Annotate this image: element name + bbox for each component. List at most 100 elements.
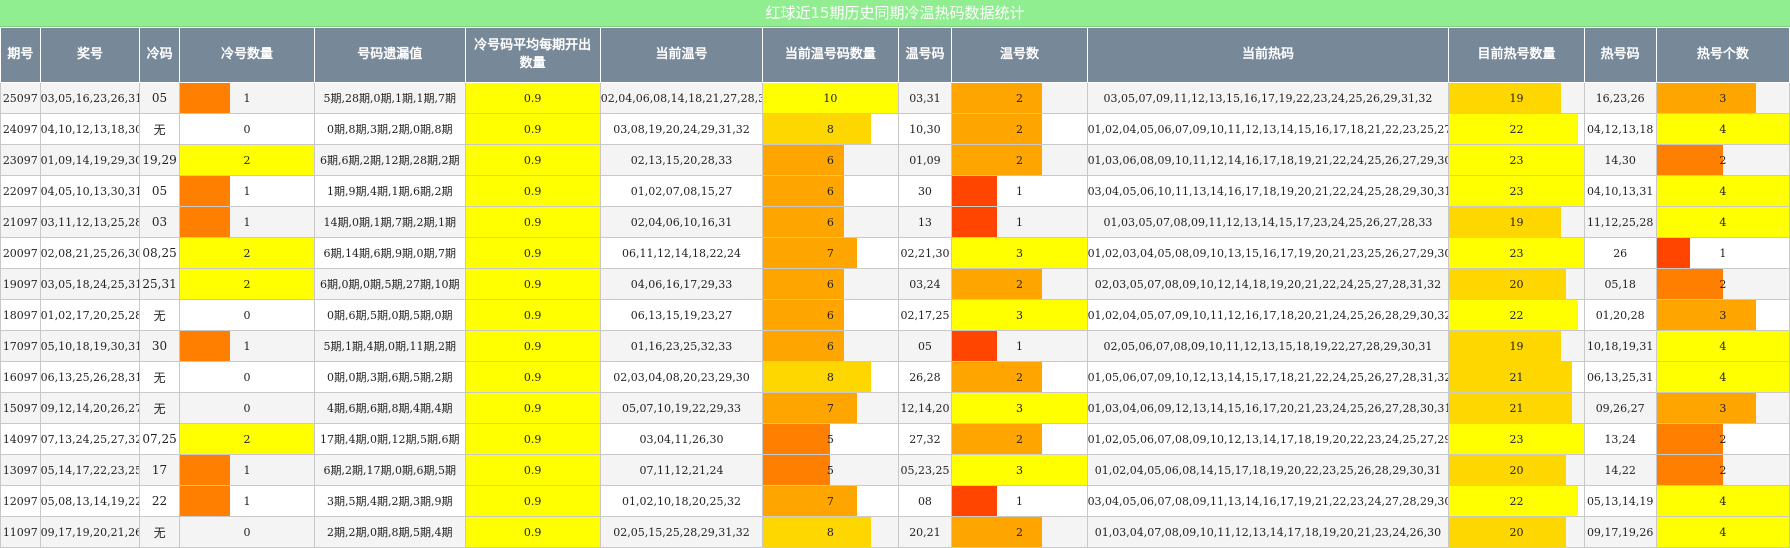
avg-cell: 0.9: [464, 485, 601, 517]
warm-num-header: 温号数: [951, 27, 1088, 83]
hot-cell: 02,03,05,07,08,09,10,12,14,18,19,20,21,2…: [1086, 268, 1450, 300]
warm-count-cell-fill: [763, 486, 858, 516]
cold-count-header: 冷号数量: [178, 27, 316, 83]
cold-count-cell-value: 0: [243, 308, 251, 322]
hot-code-cell: 05,18: [1583, 268, 1657, 300]
warm-code-cell: 12,14,20: [897, 392, 953, 424]
warm-count-cell: 6: [762, 268, 899, 300]
hot-cell: 01,02,04,05,06,07,09,10,11,12,13,14,15,1…: [1086, 113, 1450, 145]
warm-num-cell: 1: [951, 206, 1088, 238]
warm-cell: 04,06,16,17,29,33: [599, 268, 764, 300]
warm-count-cell: 8: [762, 113, 899, 145]
warm-num-cell-value: 2: [1015, 370, 1023, 384]
warm-code-cell: 02,21,30: [897, 237, 953, 269]
warm-num-cell-value: 1: [1015, 339, 1023, 353]
hot-cell: 03,04,05,06,07,08,09,11,13,14,16,17,19,2…: [1086, 485, 1450, 517]
hot-num-cell-value: 3: [1719, 401, 1727, 415]
hot-count-cell-fill: [1449, 331, 1561, 361]
hot-count-cell: 23: [1448, 175, 1585, 207]
warm-count-cell-value: 5: [826, 432, 834, 446]
avg-cell-value: 0.9: [523, 308, 542, 322]
hot-count-cell: 19: [1448, 206, 1585, 238]
warm-num-cell: 2: [951, 268, 1088, 300]
hot-num-header: 热号个数: [1655, 27, 1790, 83]
warm-count-header: 当前温号码数量: [762, 27, 899, 83]
warm-cell: 02,13,15,20,28,33: [599, 144, 764, 176]
warm-cell: 02,04,06,08,14,18,21,27,28,33: [599, 82, 764, 114]
miss-cell: 17期,4期,0期,12期,5期,6期: [314, 423, 466, 455]
table-body: 2509703,05,16,23,26,31 140515期,28期,0期,1期…: [0, 82, 1790, 548]
warm-count-cell-value: 7: [826, 246, 834, 260]
hot-code-cell: 10,18,19,31: [1583, 330, 1657, 362]
cold-count-cell-value: 1: [243, 339, 251, 353]
hot-cell: 01,02,04,05,07,09,10,11,12,16,17,18,20,2…: [1086, 299, 1450, 331]
avg-cell-value: 0.9: [523, 339, 542, 353]
hot-num-cell: 4: [1655, 206, 1790, 238]
hot-count-cell: 19: [1448, 330, 1585, 362]
issue-cell: 18097: [0, 299, 41, 331]
warm-num-cell-value: 3: [1015, 463, 1023, 477]
warm-count-cell-value: 8: [826, 525, 834, 539]
avg-cell: 0.9: [464, 206, 601, 238]
hot-count-cell-value: 22: [1509, 494, 1524, 508]
warm-cell: 02,04,06,10,16,31: [599, 206, 764, 238]
warm-code-cell: 20,21: [897, 516, 953, 548]
hot-num-cell-value: 4: [1719, 339, 1727, 353]
warm-count-cell-fill: [763, 424, 831, 454]
cold-code-cell: 17: [139, 454, 180, 486]
hot-count-cell-fill: [1449, 207, 1561, 237]
warm-num-cell-value: 3: [1015, 246, 1023, 260]
warm-count-cell: 8: [762, 361, 899, 393]
avg-cell-value: 0.9: [523, 525, 542, 539]
table-row: 2409704,10,12,13,18,30 03无 0 0期,8期,3期,2期,0…: [0, 113, 1790, 145]
warm-count-cell-value: 8: [826, 370, 834, 384]
warm-cell: 01,16,23,25,32,33: [599, 330, 764, 362]
hot-num-cell-value: 2: [1719, 463, 1727, 477]
warm-count-cell: 5: [762, 423, 899, 455]
miss-cell: 5期,1期,4期,0期,11期,2期: [314, 330, 466, 362]
miss-cell: 14期,0期,1期,7期,2期,1期: [314, 206, 466, 238]
warm-cell: 06,11,12,14,18,22,24: [599, 237, 764, 269]
hot-num-cell: 4: [1655, 516, 1790, 548]
hot-num-cell-value: 4: [1719, 122, 1727, 136]
hot-count-cell: 22: [1448, 299, 1585, 331]
warm-num-cell: 3: [951, 237, 1088, 269]
cold-count-cell: 0: [178, 113, 316, 145]
avg-cell-value: 0.9: [523, 432, 542, 446]
cold-count-cell: 2: [178, 237, 316, 269]
hot-num-cell: 3: [1655, 82, 1790, 114]
warm-count-cell: 10: [762, 82, 899, 114]
warm-num-cell-fill: [952, 486, 997, 516]
avg-cell: 0.9: [464, 144, 601, 176]
avg-cell: 0.9: [464, 423, 601, 455]
miss-header: 号码遗漏值: [314, 27, 466, 83]
warm-num-cell: 2: [951, 423, 1088, 455]
miss-cell: 6期,0期,0期,5期,27期,10期: [314, 268, 466, 300]
avg-cell: 0.9: [464, 268, 601, 300]
issue-cell: 23097: [0, 144, 41, 176]
table-row: 1209705,08,13,14,19,22 062213期,5期,4期,2期,…: [0, 485, 1790, 517]
warm-code-header: 温号码: [897, 27, 953, 83]
avg-cell: 0.9: [464, 237, 601, 269]
numbers-cell: 05,14,17,22,23,25 07: [39, 454, 141, 486]
hot-code-cell: 06,13,25,31: [1583, 361, 1657, 393]
cold-code-cell: 22: [139, 485, 180, 517]
avg-cell: 0.9: [464, 330, 601, 362]
table-row: 1709705,10,18,19,30,31 0330 1 5期,1期,4期,0期,…: [0, 330, 1790, 362]
warm-num-cell: 3: [951, 454, 1088, 486]
hot-code-cell: 16,23,26: [1583, 82, 1657, 114]
avg-cell-value: 0.9: [523, 184, 542, 198]
numbers-cell: 04,10,12,13,18,30 03: [39, 113, 141, 145]
warm-cell: 03,04,11,26,30: [599, 423, 764, 455]
warm-code-cell: 05,23,25: [897, 454, 953, 486]
warm-cell: 01,02,07,08,15,27: [599, 175, 764, 207]
hot-num-cell: 3: [1655, 392, 1790, 424]
issue-cell: 16097: [0, 361, 41, 393]
warm-num-cell-fill: [952, 176, 997, 206]
warm-cell: 05,07,10,19,22,29,33: [599, 392, 764, 424]
hot-num-cell: 4: [1655, 175, 1790, 207]
cold-count-cell: 0: [178, 361, 316, 393]
page-title: 红球近15期历史同期冷温热码数据统计: [0, 0, 1790, 27]
hot-header: 当前热码: [1086, 27, 1450, 83]
cold-count-cell: 1: [178, 485, 316, 517]
